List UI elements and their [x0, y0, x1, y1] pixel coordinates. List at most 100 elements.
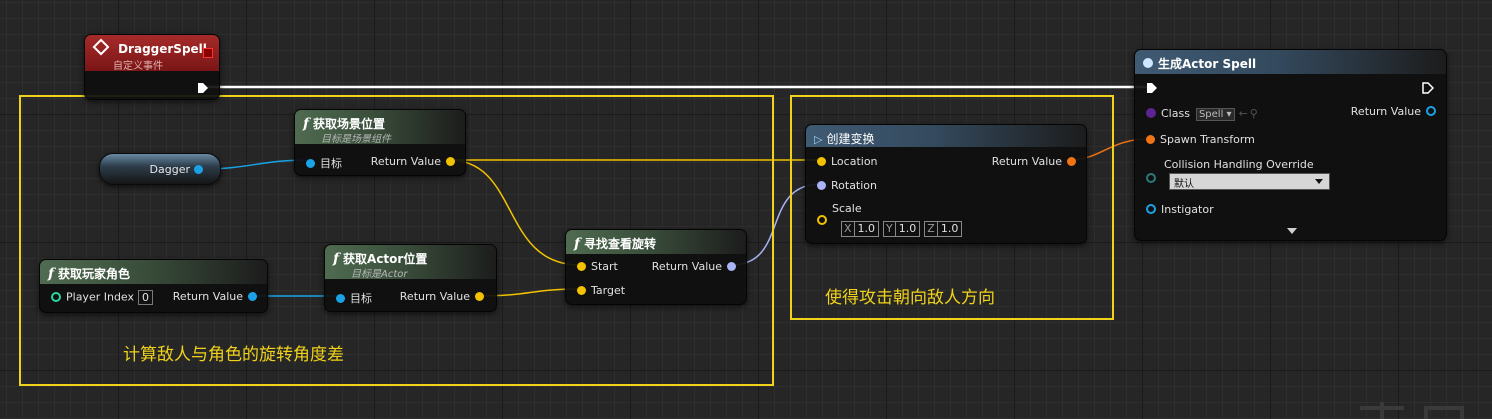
scale-x-label: X: [841, 220, 855, 237]
scale-label: Scale: [832, 202, 862, 215]
instigator-label: Instigator: [1161, 203, 1214, 216]
return-pin-row[interactable]: Return Value: [652, 260, 736, 273]
chevron-down-icon: [1315, 179, 1323, 184]
rotation-label: Rotation: [831, 179, 878, 192]
scale-input-pin[interactable]: [817, 215, 827, 225]
location-input-pin[interactable]: [817, 156, 826, 166]
scale-y-label: Y: [883, 220, 896, 237]
event-title: DraggerSpell: [118, 42, 207, 56]
collision-dropdown[interactable]: 默认: [1169, 173, 1330, 190]
return-pin-row[interactable]: Return Value: [1351, 105, 1436, 118]
exec-in-pin[interactable]: [1146, 82, 1158, 94]
expand-advanced-icon[interactable]: [1287, 228, 1297, 234]
return-label: Return Value: [399, 290, 470, 303]
instigator-pin-row[interactable]: Instigator: [1146, 203, 1214, 216]
node-subtitle: 目标是场景组件: [321, 134, 391, 145]
player-index-pin[interactable]: [51, 291, 61, 302]
get-player-character-node[interactable]: f 获取玩家角色 Player Index 0 Return Value: [39, 259, 268, 313]
function-icon: f: [574, 236, 581, 252]
collision-label-row: Collision Handling Override: [1164, 158, 1314, 171]
return-output-pin[interactable]: [475, 291, 484, 301]
spawn-actor-node[interactable]: 生成Actor Spell Class Spell ▾ ← ⚲ Spawn Trans…: [1134, 49, 1447, 241]
player-index-label: Player Index: [66, 290, 135, 304]
start-pin-row[interactable]: Start: [577, 260, 618, 273]
start-input-pin[interactable]: [577, 261, 586, 271]
event-delegate-pin[interactable]: [203, 48, 213, 58]
return-pin-row[interactable]: Return Value: [400, 290, 484, 303]
scale-y-input[interactable]: 1.0: [895, 220, 921, 237]
class-label: Class: [1161, 107, 1190, 120]
instigator-input-pin[interactable]: [1146, 204, 1156, 214]
function-icon: f: [303, 116, 310, 132]
watermark-graphic: [1360, 400, 1470, 419]
return-output-pin[interactable]: [1426, 106, 1436, 116]
target-pin-row[interactable]: Target: [577, 284, 625, 297]
player-index-pin-row[interactable]: Player Index 0: [51, 290, 154, 305]
event-subtitle: 自定义事件: [113, 61, 163, 72]
rotation-pin-row[interactable]: Rotation: [817, 179, 877, 192]
spawn-transform-label: Spawn Transform: [1160, 133, 1255, 146]
return-label: Return Value: [172, 290, 243, 303]
dagger-variable-node[interactable]: Dagger: [99, 153, 221, 185]
make-struct-icon: ▷: [814, 133, 823, 146]
location-label: Location: [831, 155, 878, 168]
node-title: 生成Actor Spell: [1158, 57, 1257, 71]
collision-label: Collision Handling Override: [1164, 158, 1314, 171]
target-input-pin[interactable]: [336, 293, 345, 303]
custom-event-node[interactable]: DraggerSpell 自定义事件: [84, 34, 220, 100]
class-pin-row[interactable]: Class Spell ▾ ← ⚲: [1146, 107, 1258, 121]
return-output-pin[interactable]: [1067, 156, 1076, 166]
player-index-input[interactable]: 0: [138, 290, 154, 305]
spawn-transform-pin-row[interactable]: Spawn Transform: [1146, 133, 1255, 146]
get-actor-location-node[interactable]: f 获取Actor位置 目标是Actor 目标 Return Value: [324, 244, 497, 312]
comment-text-rotation: 计算敌人与角色的旋转角度差: [123, 345, 344, 365]
node-title: 寻找查看旋转: [584, 237, 657, 251]
target-label: 目标: [320, 157, 342, 170]
scale-vector-input[interactable]: X 1.0 Y 1.0 Z 1.0: [841, 218, 966, 237]
class-input-pin[interactable]: [1146, 108, 1156, 118]
return-output-pin[interactable]: [446, 156, 455, 166]
target-pin-row[interactable]: 目标: [306, 155, 342, 171]
return-pin-row[interactable]: Return Value: [371, 155, 455, 168]
scale-x-input[interactable]: 1.0: [854, 220, 880, 237]
location-pin-row[interactable]: Location: [817, 155, 878, 168]
start-label: Start: [591, 260, 618, 273]
event-diamond-icon: [92, 38, 110, 56]
target-pin-row[interactable]: 目标: [336, 290, 372, 306]
return-label: Return Value: [1350, 105, 1421, 118]
scale-z-input[interactable]: 1.0: [937, 220, 963, 237]
class-select[interactable]: Spell ▾: [1195, 107, 1235, 121]
return-pin-row[interactable]: Return Value: [173, 290, 257, 303]
return-pin-row[interactable]: Return Value: [992, 155, 1076, 168]
make-transform-node[interactable]: ▷ 创建变换 Location Rotation Scale X 1.0 Y 1.0 Z 1…: [805, 124, 1087, 244]
function-icon: f: [333, 251, 340, 267]
collision-input-pin[interactable]: [1146, 173, 1156, 183]
target-label: 目标: [350, 292, 372, 305]
class-select-value: Spell: [1198, 108, 1224, 120]
browse-icon[interactable]: ⚲: [1250, 107, 1258, 120]
node-title: 创建变换: [826, 132, 875, 146]
return-output-pin[interactable]: [727, 261, 736, 271]
exec-out-pin[interactable]: [1422, 82, 1434, 94]
scale-pin-row[interactable]: Scale: [817, 202, 862, 225]
return-label: Return Value: [991, 155, 1062, 168]
node-subtitle: 目标是Actor: [351, 269, 408, 280]
comment-text-direction: 使得攻击朝向敌人方向: [825, 288, 995, 308]
target-input-pin[interactable]: [306, 158, 315, 168]
spawn-actor-icon: [1143, 57, 1153, 68]
scale-z-label: Z: [924, 220, 938, 237]
use-selected-icon[interactable]: ←: [1239, 107, 1248, 120]
node-title: 获取玩家角色: [58, 267, 131, 281]
return-output-pin[interactable]: [248, 291, 257, 301]
exec-out-pin[interactable]: [197, 82, 209, 94]
function-icon: f: [48, 266, 55, 282]
spawn-transform-input-pin[interactable]: [1146, 134, 1155, 144]
target-label: Target: [591, 284, 626, 297]
return-label: Return Value: [370, 155, 441, 168]
find-look-at-rotation-node[interactable]: f 寻找查看旋转 Start Target Return Value: [565, 229, 747, 305]
rotation-input-pin[interactable]: [817, 180, 826, 190]
return-label: Return Value: [651, 260, 722, 273]
dagger-output-pin[interactable]: [194, 165, 203, 174]
get-world-location-node[interactable]: f 获取场景位置 目标是场景组件 目标 Return Value: [294, 109, 466, 176]
target-input-pin[interactable]: [577, 285, 586, 295]
